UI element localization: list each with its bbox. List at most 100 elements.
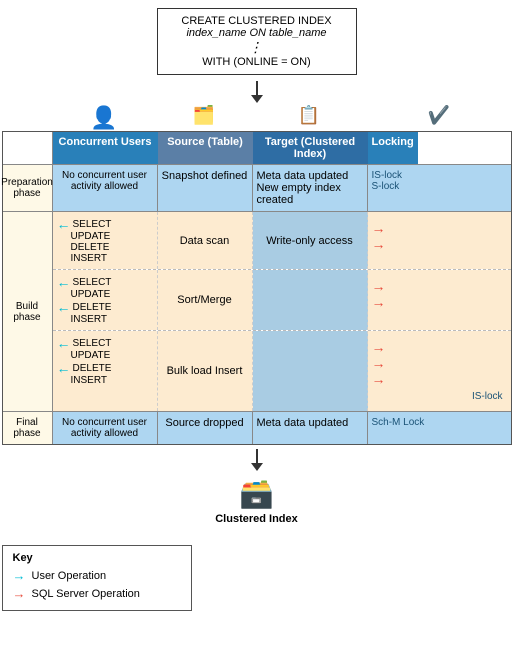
sub3-red-arrow2: → — [372, 356, 507, 370]
blue-arrow-delete3: ← — [57, 361, 71, 375]
red-arrow-1: → — [372, 221, 386, 235]
sub2-red-arrow1: → — [372, 279, 507, 293]
build-sub3-lock: → → → IS-lock — [368, 331, 511, 411]
sql-line1: CREATE CLUSTERED INDEX — [170, 15, 344, 27]
prep-phase-content: No concurrent user activity allowed Snap… — [53, 165, 511, 211]
build-is-lock: IS-lock — [372, 386, 507, 406]
select-row3: ← SELECT — [57, 336, 153, 350]
prep-lock1: IS-lock — [372, 170, 507, 181]
prep-phase-row: Preparation phase No concurrent user act… — [3, 165, 511, 212]
sql-op-label: SQL Server Operation — [32, 588, 140, 600]
concurrent-icon-area: 👤 — [52, 105, 157, 131]
sub3-arrows: → → → — [372, 340, 507, 386]
build-phase-row: Build phase ← SELECT UPDATE DELETE INSER… — [3, 212, 511, 412]
build-sub2-tgt — [253, 270, 368, 330]
final-concurrent-cell: No concurrent user activity allowed — [53, 412, 158, 444]
red-arrow-2: → — [372, 237, 386, 251]
select-label: SELECT — [73, 219, 112, 230]
blue-arrow-delete2: ← — [57, 300, 71, 314]
red-arrow-7: → — [372, 372, 386, 386]
corner-cell — [3, 132, 53, 164]
blue-arrow-select2: ← — [57, 275, 71, 289]
final-phase-content: No concurrent user activity allowed Sour… — [53, 412, 511, 444]
insert-label3: INSERT — [57, 375, 153, 386]
final-phase-row: Final phase No concurrent user activity … — [3, 412, 511, 444]
sub1-arrows: → → — [372, 221, 507, 251]
build-sub1-conc: ← SELECT UPDATE DELETE INSERT — [53, 212, 158, 269]
writeonly-label: Write-only access — [266, 235, 353, 247]
islock-label: IS-lock — [472, 391, 503, 402]
user-op-label: User Operation — [32, 570, 107, 582]
checkmark-icon: ✔️ — [428, 105, 450, 131]
key-title: Key — [13, 552, 181, 564]
red-arrow-6: → — [372, 356, 386, 370]
build-sub2-src: Sort/Merge — [158, 270, 253, 330]
select-label2: SELECT — [73, 277, 112, 288]
select-row2: ← SELECT — [57, 275, 153, 289]
source-icon-area: 🗂️ — [157, 105, 252, 131]
red-arrow-key: → — [13, 586, 26, 601]
prep-source-cell: Snapshot defined — [158, 165, 253, 211]
update-label2: UPDATE — [57, 289, 153, 300]
header-row: Concurrent Users Source (Table) Target (… — [3, 132, 511, 165]
delete-row2: ← DELETE — [57, 300, 153, 314]
arrow-line — [256, 81, 258, 95]
key-box: Key → User Operation → SQL Server Operat… — [2, 545, 192, 611]
prep-target-text2: New empty index created — [257, 182, 363, 206]
main-arrow-down — [251, 81, 263, 103]
target-icon-area: 📋 — [252, 105, 367, 131]
diagram-frame: Concurrent Users Source (Table) Target (… — [2, 131, 512, 445]
final-lock-cell: Sch-M Lock — [368, 412, 511, 444]
build-sub3-conc: ← SELECT UPDATE ← DELETE INSERT — [53, 331, 158, 411]
sub1-red-arrow1: → — [372, 221, 507, 235]
update-label: UPDATE — [57, 231, 153, 242]
build-sub3-src: Bulk load Insert — [158, 331, 253, 411]
prep-concurrent-text: No concurrent user activity allowed — [57, 170, 153, 192]
prep-target-text1: Meta data updated — [257, 170, 363, 182]
prep-source-text: Snapshot defined — [162, 170, 248, 182]
prep-target-cell: Meta data updated New empty index create… — [253, 165, 368, 211]
table-icon: 🗂️ — [193, 105, 215, 131]
col-header-locking: Locking — [368, 132, 418, 164]
bottom-arrow — [251, 449, 263, 471]
select-label3: SELECT — [73, 338, 112, 349]
sub3-red-arrow3: → — [372, 372, 507, 386]
col-header-concurrent: Concurrent Users — [53, 132, 158, 164]
main-container: CREATE CLUSTERED INDEX index_name ON tab… — [0, 0, 513, 619]
sql-line3: WITH (ONLINE = ON) — [170, 56, 344, 68]
blue-arrow-select: ← — [57, 217, 71, 231]
final-source-text: Source dropped — [162, 417, 248, 429]
sql-dots: ⋮ — [170, 39, 344, 56]
bulkload-label: Bulk load Insert — [167, 365, 243, 377]
col-header-source: Source (Table) — [158, 132, 253, 164]
icon-row: 👤 🗂️ 📋 ✔️ — [52, 105, 512, 131]
prep-lock2: S-lock — [372, 181, 507, 192]
build-sub1-tgt: Write-only access — [253, 212, 368, 269]
clustered-index-label: Clustered Index — [215, 513, 298, 525]
update-label3: UPDATE — [57, 350, 153, 361]
build-sub3-tgt — [253, 331, 368, 411]
sub2-arrows: → → — [372, 279, 507, 309]
key-section-wrapper: Key → User Operation → SQL Server Operat… — [2, 535, 512, 611]
build-sub1: ← SELECT UPDATE DELETE INSERT Data scan … — [53, 212, 511, 270]
delete-label3: DELETE — [73, 363, 112, 374]
prep-concurrent-cell: No concurrent user activity allowed — [53, 165, 158, 211]
clustered-index-section: 🗃️ Clustered Index — [215, 477, 298, 525]
sub2-red-arrow2: → — [372, 295, 507, 309]
user-icon: 👤 — [90, 105, 117, 131]
sub1-red-arrow2: → — [372, 237, 507, 251]
delete-label: DELETE — [57, 242, 153, 253]
final-target-text: Meta data updated — [257, 417, 363, 429]
build-phase-label: Build phase — [3, 212, 53, 411]
build-inner: ← SELECT UPDATE DELETE INSERT Data scan … — [53, 212, 511, 411]
final-lock-text: Sch-M Lock — [372, 417, 507, 428]
final-source-cell: Source dropped — [158, 412, 253, 444]
build-sub2-conc: ← SELECT UPDATE ← DELETE INSERT — [53, 270, 158, 330]
final-concurrent-text: No concurrent user activity allowed — [57, 417, 153, 439]
build-sub2-lock: → → — [368, 270, 511, 330]
build-sub2: ← SELECT UPDATE ← DELETE INSERT Sort/Mer… — [53, 270, 511, 331]
final-target-cell: Meta data updated — [253, 412, 368, 444]
build-sub1-src: Data scan — [158, 212, 253, 269]
red-arrow-4: → — [372, 295, 386, 309]
sub3-red-arrow1: → — [372, 340, 507, 354]
